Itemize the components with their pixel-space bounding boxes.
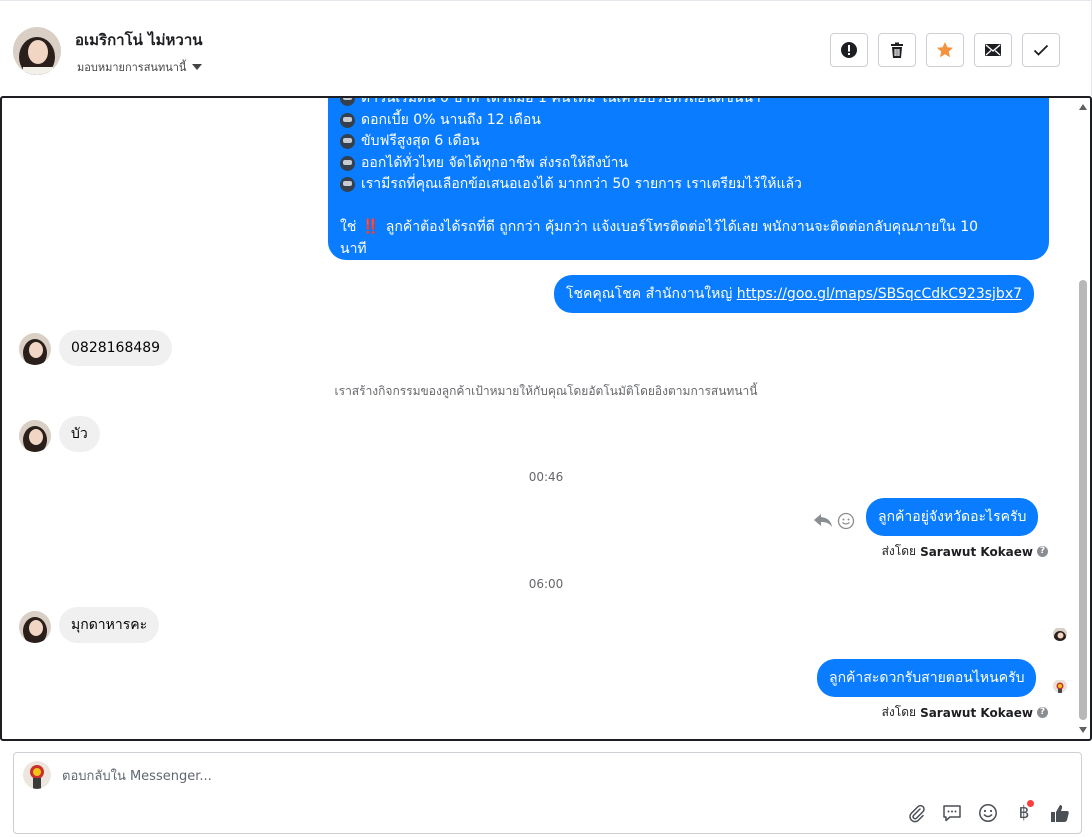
- conversation-header: อเมริกาโน่ ไม่หวาน มอบหมายการสนทนานี้: [0, 0, 1092, 96]
- office-message-bubble: โชคคุณโชค สำนักงานใหญ่ https://goo.gl/ma…: [554, 275, 1035, 313]
- promo-line-text: เรามีรถที่คุณเลือกข้อเสนอเองได้ มากกว่า …: [361, 176, 802, 192]
- agent-name: Sarawut Kokaew: [920, 544, 1033, 559]
- paperclip-icon: [909, 804, 925, 823]
- seen-by-contact-avatar: [1053, 627, 1067, 641]
- saved-replies-button[interactable]: [941, 802, 963, 824]
- promo-line-text: ดาวน์เริ่มต้น 0 บาท ได้รถมือ 1 คันใหม่ ใ…: [361, 96, 761, 106]
- phone-message-bubble: 0828168489: [59, 330, 173, 366]
- help-icon[interactable]: ?: [1037, 707, 1048, 718]
- reply-input[interactable]: [62, 765, 762, 787]
- message-actions: [813, 512, 855, 530]
- thumbs-up-icon: [1051, 805, 1069, 822]
- promo-line: นาที: [340, 239, 1037, 261]
- emoji-icon: [979, 804, 997, 822]
- caret-down-icon: [192, 64, 203, 70]
- trash-icon: [891, 42, 903, 58]
- envelope-icon: [985, 44, 1001, 56]
- promo-line-text: ดอกเบี้ย 0% นานถึง 12 เดือน: [361, 111, 541, 128]
- call-time-question-bubble: ลูกค้าสะดวกรับสายตอนไหนครับ: [817, 659, 1037, 697]
- thread-scrollbar[interactable]: [1078, 100, 1088, 737]
- reply-icon[interactable]: [813, 512, 833, 530]
- emoji-button[interactable]: [977, 802, 999, 824]
- message-thread[interactable]: ดาวน์เริ่มต้น 0 บาท ได้รถมือ 1 คันใหม่ ใ…: [0, 96, 1092, 741]
- agent-name: Sarawut Kokaew: [920, 705, 1033, 720]
- car-emoji-icon: [340, 134, 355, 150]
- promo-message-bubble: ดาวน์เริ่มต้น 0 บาท ได้รถมือ 1 คันใหม่ ใ…: [328, 96, 1049, 261]
- contact-avatar-small[interactable]: [19, 333, 51, 365]
- delete-button[interactable]: [878, 33, 916, 67]
- car-emoji-icon: [340, 155, 355, 171]
- promo-line-text: นาที: [340, 240, 367, 257]
- contact-avatar-small[interactable]: [19, 420, 51, 452]
- promo-line-text: ออกได้ทั่วไทย จัดได้ทุกอาชีพ ส่งรถให้ถึง…: [361, 154, 629, 171]
- name-message-bubble: บัว: [59, 416, 100, 452]
- sent-by-info: ส่งโดย Sarawut Kokaew ?: [882, 703, 1048, 722]
- contact-name: อเมริกาโน่ ไม่หวาน: [75, 31, 203, 49]
- notification-dot: [1027, 800, 1034, 807]
- office-message-text: โชคคุณโชค สำนักงานใหญ่: [566, 286, 737, 302]
- star-icon: [937, 42, 953, 58]
- assign-label: มอบหมายการสนทนานี้: [77, 61, 187, 74]
- agent-mini-avatar: [1053, 679, 1067, 693]
- payment-button[interactable]: ฿: [1013, 800, 1035, 824]
- emoji-react-icon[interactable]: [837, 512, 855, 530]
- province-question-bubble: ลูกค้าอยู่จังหวัดอะไรครับ: [866, 498, 1039, 536]
- promo-line-text: ใช่: [340, 219, 357, 235]
- promo-line: ออกได้ทั่วไทย จัดได้ทุกอาชีพ ส่งรถให้ถึง…: [340, 153, 1037, 175]
- scroll-down-arrow-icon[interactable]: [1079, 727, 1087, 733]
- alert-icon: [841, 42, 857, 58]
- help-icon[interactable]: ?: [1037, 546, 1048, 557]
- star-button[interactable]: [926, 33, 964, 67]
- double-exclamation-icon: ‼️: [362, 219, 380, 235]
- promo-line: ดาวน์เริ่มต้น 0 บาท ได้รถมือ 1 คันใหม่ ใ…: [340, 96, 1037, 110]
- province-answer-bubble: มุกดาหารคะ: [59, 607, 160, 643]
- promo-line: เรามีรถที่คุณเลือกข้อเสนอเองได้ มากกว่า …: [340, 174, 1037, 196]
- composer-toolbar: ฿: [905, 800, 1071, 824]
- sent-by-label: ส่งโดย: [881, 544, 917, 558]
- sent-by-info: ส่งโดย Sarawut Kokaew ?: [882, 542, 1048, 561]
- check-icon: [1033, 44, 1049, 56]
- promo-line-text: ลูกค้าต้องได้รถที่ดี ถูกกว่า คุ้มกว่า แจ…: [385, 219, 979, 235]
- car-emoji-icon: [340, 112, 355, 128]
- timestamp: 06:00: [528, 577, 564, 591]
- spam-button[interactable]: [830, 33, 868, 67]
- timestamp: 00:46: [528, 470, 564, 484]
- scrollbar-thumb[interactable]: [1079, 280, 1087, 720]
- like-button[interactable]: [1049, 802, 1071, 824]
- mark-unread-button[interactable]: [974, 33, 1012, 67]
- scroll-up-arrow-icon[interactable]: [1079, 104, 1087, 110]
- chat-icon: [943, 805, 961, 822]
- system-note: เราสร้างกิจกรรมของลูกค้าเป้าหมายให้กับคุ…: [334, 384, 758, 398]
- contact-avatar[interactable]: [13, 27, 61, 75]
- contact-avatar-small[interactable]: [19, 611, 51, 643]
- promo-line: ดอกเบี้ย 0% นานถึง 12 เดือน: [340, 110, 1037, 132]
- promo-line: ใช่ ‼️ ลูกค้าต้องได้รถที่ดี ถูกกว่า คุ้มกว…: [340, 217, 1037, 239]
- sent-by-label: ส่งโดย: [881, 705, 917, 719]
- reply-composer: ฿: [13, 752, 1082, 834]
- car-emoji-icon: [340, 98, 355, 107]
- attach-button[interactable]: [905, 802, 927, 824]
- map-link[interactable]: https://goo.gl/maps/SBSqcCdkC923sjbx7: [737, 286, 1022, 302]
- promo-line: ขับฟรีสูงสุด 6 เดือน: [340, 131, 1037, 153]
- page-avatar: [23, 761, 51, 789]
- car-emoji-icon: [340, 177, 355, 193]
- promo-spacer: [340, 196, 1037, 218]
- assign-conversation-dropdown[interactable]: มอบหมายการสนทนานี้: [77, 58, 203, 76]
- mark-done-button[interactable]: [1022, 33, 1060, 67]
- promo-line-text: ขับฟรีสูงสุด 6 เดือน: [361, 133, 480, 149]
